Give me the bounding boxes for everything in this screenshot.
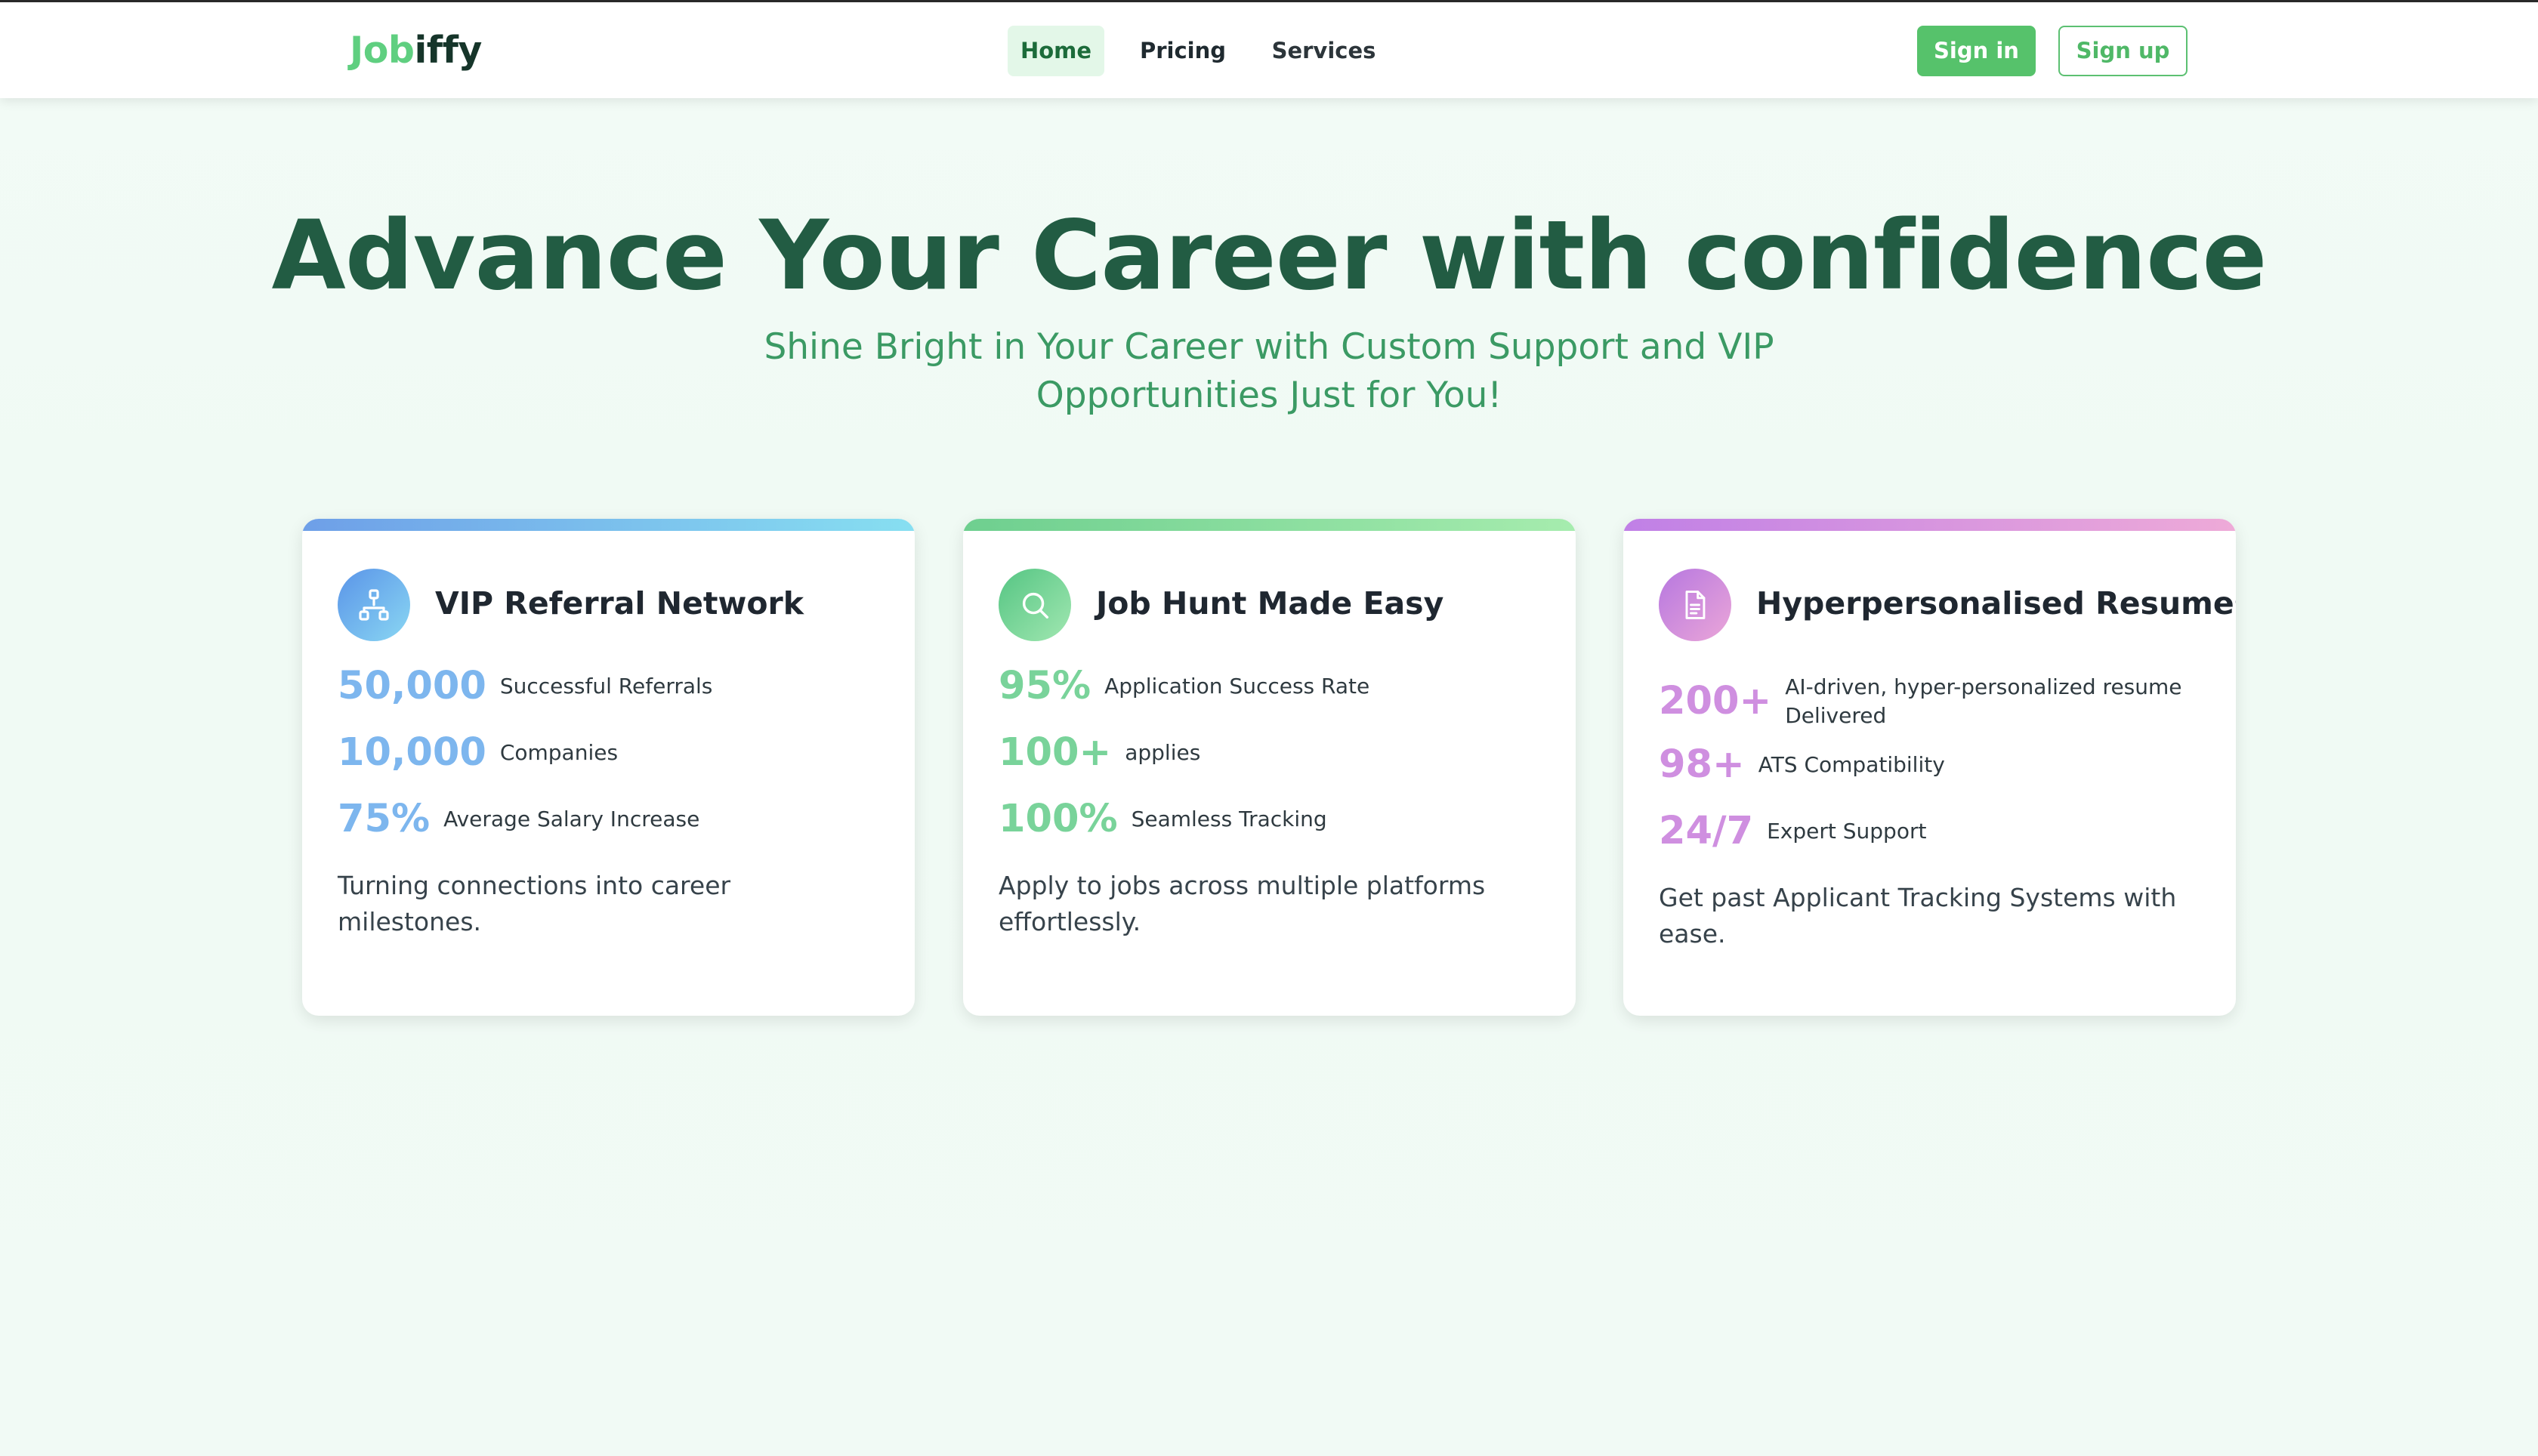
stat-value: 200+ [1659, 679, 1772, 723]
stat-label: Seamless Tracking [1131, 807, 1327, 831]
nav-services[interactable]: Services [1269, 26, 1379, 76]
card-accent-bar [302, 519, 915, 531]
stat-value: 100+ [999, 730, 1112, 775]
stat-label: ATS Compatibility [1758, 752, 1945, 777]
stat-label: Successful Referrals [499, 674, 713, 699]
document-icon [1659, 569, 1731, 641]
stat-value: 100% [999, 797, 1118, 841]
stat-value: 98+ [1659, 742, 1745, 787]
card-accent-bar [963, 519, 1576, 531]
stat-row: 98+ ATS Compatibility [1659, 741, 1945, 789]
stat-row: 10,000 Companies [338, 729, 618, 777]
feature-card-referral: VIP Referral Network 50,000 Successful R… [302, 519, 915, 1016]
stat-label: Companies [499, 740, 619, 765]
stat-value: 50,000 [338, 664, 486, 708]
card-title: Job Hunt Made Easy [1096, 585, 1444, 622]
card-title: Hyperpersonalised Resumes [1756, 585, 2236, 622]
sign-up-button[interactable]: Sign up [2058, 26, 2188, 76]
stat-label: Expert Support [1767, 819, 1927, 844]
feature-card-job-hunt: Job Hunt Made Easy 95% Application Succe… [963, 519, 1576, 1016]
stat-row: 50,000 Successful Referrals [338, 662, 712, 711]
card-accent-bar [1623, 519, 2236, 531]
logo-text-job: Job [350, 29, 415, 72]
hero-subtitle: Shine Bright in Your Career with Custom … [764, 326, 1774, 416]
card-title: VIP Referral Network [435, 585, 804, 622]
stat-row: 24/7 Expert Support [1659, 807, 1926, 856]
stat-label: Application Success Rate [1104, 674, 1370, 699]
stat-value: 10,000 [338, 730, 486, 775]
network-icon [338, 569, 410, 641]
card-description: Get past Applicant Tracking Systems with… [1659, 883, 2177, 949]
stat-value: 75% [338, 797, 431, 841]
stat-row: 200+ AI-driven, hyper-personalized resum… [1659, 664, 2193, 739]
stat-row: 75% Average Salary Increase [338, 795, 699, 844]
card-description: Turning connections into career mileston… [338, 871, 731, 936]
sign-in-button[interactable]: Sign in [1917, 26, 2036, 76]
stat-row: 95% Application Success Rate [999, 662, 1369, 711]
card-description: Apply to jobs across multiple platforms … [999, 871, 1486, 936]
nav-pricing[interactable]: Pricing [1131, 26, 1235, 76]
hero-title: Advance Your Career with confidence [271, 199, 2268, 311]
nav-home[interactable]: Home [1008, 26, 1104, 76]
stat-value: 24/7 [1659, 809, 1754, 853]
search-icon [999, 569, 1071, 641]
logo-text-iffy: iffy [414, 29, 482, 72]
top-navbar: Jobiffy Home Pricing Services Sign in Si… [0, 2, 2538, 98]
stat-value: 95% [999, 664, 1091, 708]
stat-label: Average Salary Increase [443, 807, 700, 831]
stat-label: applies [1125, 740, 1201, 765]
brand-logo[interactable]: Jobiffy [350, 26, 482, 75]
stat-label: AI-driven, hyper-personalized resume Del… [1785, 674, 2182, 728]
stat-row: 100+ applies [999, 729, 1200, 777]
stat-row: 100% Seamless Tracking [999, 795, 1327, 844]
feature-card-resumes: Hyperpersonalised Resumes 200+ AI-driven… [1623, 519, 2236, 1016]
